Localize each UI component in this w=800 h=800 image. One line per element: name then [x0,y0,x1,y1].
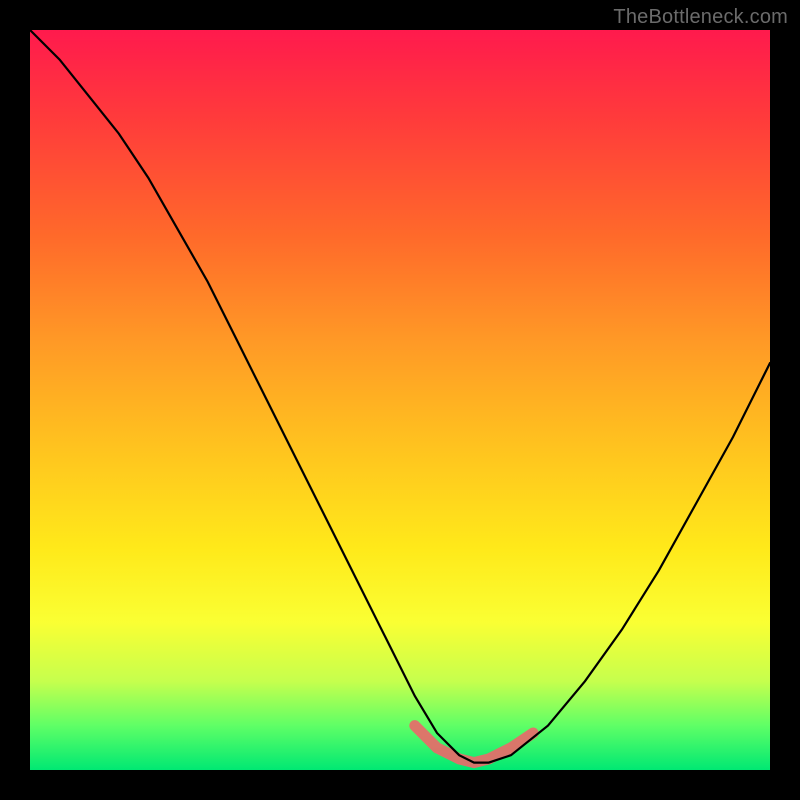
plot-area [30,30,770,770]
chart-frame: TheBottleneck.com [0,0,800,800]
bottleneck-curve [30,30,770,763]
watermark-text: TheBottleneck.com [613,6,788,29]
tolerance-band [415,726,533,763]
chart-svg [30,30,770,770]
